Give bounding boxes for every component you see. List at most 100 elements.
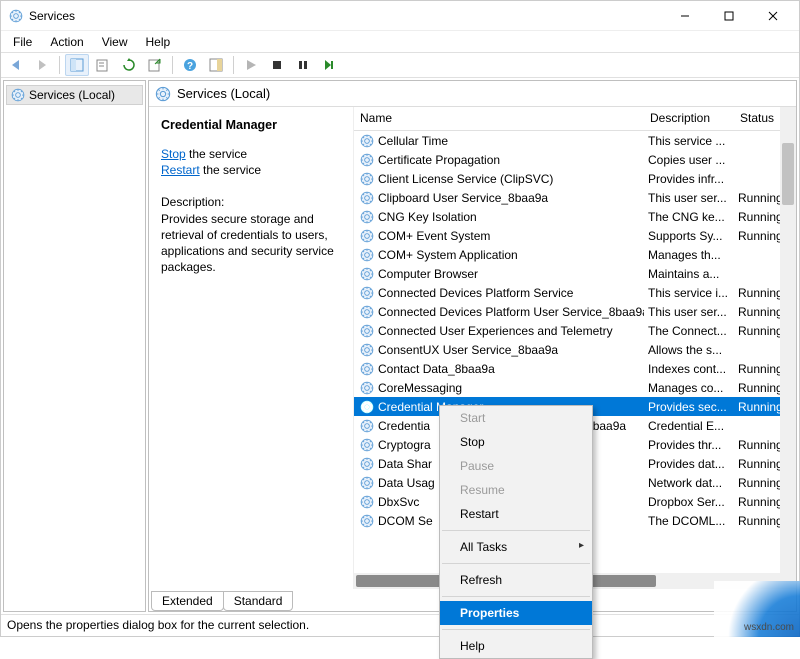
context-menu[interactable]: StartStopPauseResumeRestartAll TasksRefr… <box>439 405 593 659</box>
menu-action[interactable]: Action <box>42 33 91 51</box>
service-description: Manages th... <box>644 248 734 262</box>
navigation-tree[interactable]: Services (Local) <box>3 80 146 612</box>
table-row[interactable]: Contact Data_8baa9aIndexes cont...Runnin… <box>354 359 796 378</box>
forward-icon <box>35 58 49 72</box>
restart-icon <box>323 59 335 71</box>
tree-root-services[interactable]: Services (Local) <box>6 85 143 105</box>
service-description: The DCOML... <box>644 514 734 528</box>
gear-icon <box>360 134 374 148</box>
detail-pane: Credential Manager Stop the service Rest… <box>149 107 354 589</box>
table-row[interactable]: CNG Key IsolationThe CNG ke...Running <box>354 207 796 226</box>
table-row[interactable]: Cellular TimeThis service ... <box>354 131 796 150</box>
export-button[interactable] <box>143 54 167 76</box>
service-name: Cellular Time <box>378 134 448 148</box>
context-menu-item[interactable]: Properties <box>440 601 592 625</box>
maximize-button[interactable] <box>707 2 751 30</box>
context-menu-item[interactable]: Stop <box>440 430 592 454</box>
description-label: Description: <box>161 194 341 210</box>
stop-service-button[interactable] <box>265 54 289 76</box>
properties-button[interactable] <box>91 54 115 76</box>
service-description: Manages co... <box>644 381 734 395</box>
service-name: Connected User Experiences and Telemetry <box>378 324 613 338</box>
vertical-scrollbar[interactable] <box>780 107 796 589</box>
service-name: COM+ System Application <box>378 248 518 262</box>
context-menu-item[interactable]: All Tasks <box>440 535 592 559</box>
table-row[interactable]: Connected User Experiences and Telemetry… <box>354 321 796 340</box>
context-menu-item: Resume <box>440 478 592 502</box>
table-row[interactable]: Client License Service (ClipSVC)Provides… <box>354 169 796 188</box>
table-row[interactable]: Certificate Propagation Copies user ... <box>354 150 796 169</box>
tree-icon <box>70 58 84 72</box>
tab-extended[interactable]: Extended <box>151 591 224 611</box>
service-name: Certificate Propagation <box>378 153 500 167</box>
service-description: The CNG ke... <box>644 210 734 224</box>
service-description: This user ser... <box>644 191 734 205</box>
table-row[interactable]: CoreMessagingManages co...Running <box>354 378 796 397</box>
menu-help[interactable]: Help <box>138 33 179 51</box>
gear-icon <box>360 476 374 490</box>
start-service-button[interactable] <box>239 54 263 76</box>
service-description: Copies user ... <box>644 153 734 167</box>
col-description[interactable]: Description <box>644 107 734 130</box>
forward-button[interactable] <box>30 54 54 76</box>
service-description: Provides infr... <box>644 172 734 186</box>
export-icon <box>148 58 162 72</box>
gear-icon <box>360 153 374 167</box>
service-description: Maintains a... <box>644 267 734 281</box>
gear-icon <box>11 88 25 102</box>
stop-icon <box>271 59 283 71</box>
menu-bar: File Action View Help <box>1 31 799 52</box>
table-row[interactable]: Connected Devices Platform User Service_… <box>354 302 796 321</box>
service-description: Provides thr... <box>644 438 734 452</box>
back-button[interactable] <box>4 54 28 76</box>
service-description: Supports Sy... <box>644 229 734 243</box>
description-text: Provides secure storage and retrieval of… <box>161 211 341 276</box>
content-header: Services (Local) <box>149 81 796 107</box>
window-title: Services <box>29 9 75 23</box>
pause-icon <box>297 59 309 71</box>
service-name: COM+ Event System <box>378 229 490 243</box>
service-name: Contact Data_8baa9a <box>378 362 495 376</box>
help-button[interactable]: ? <box>178 54 202 76</box>
gear-icon <box>360 362 374 376</box>
refresh-button[interactable] <box>117 54 141 76</box>
service-name: Computer Browser <box>378 267 478 281</box>
table-row[interactable]: ConsentUX User Service_8baa9aAllows the … <box>354 340 796 359</box>
status-bar: Opens the properties dialog box for the … <box>1 614 799 636</box>
back-icon <box>9 58 23 72</box>
context-menu-item[interactable]: Help <box>440 634 592 658</box>
table-row[interactable]: Computer Browser Maintains a... <box>354 264 796 283</box>
tab-standard[interactable]: Standard <box>223 591 294 611</box>
minimize-button[interactable] <box>663 2 707 30</box>
context-menu-item[interactable]: Refresh <box>440 568 592 592</box>
table-row[interactable]: COM+ System Application Manages th... <box>354 245 796 264</box>
close-button[interactable] <box>751 2 795 30</box>
stop-service-link[interactable]: Stop <box>161 147 186 161</box>
scrollbar-thumb[interactable] <box>782 143 794 205</box>
show-hide-action-button[interactable] <box>204 54 228 76</box>
service-name: Connected Devices Platform Service <box>378 286 573 300</box>
service-description: Indexes cont... <box>644 362 734 376</box>
table-row[interactable]: Clipboard User Service_8baa9aThis user s… <box>354 188 796 207</box>
menu-view[interactable]: View <box>94 33 136 51</box>
show-hide-tree-button[interactable] <box>65 54 89 76</box>
menu-file[interactable]: File <box>5 33 40 51</box>
gear-icon <box>360 438 374 452</box>
context-menu-item: Pause <box>440 454 592 478</box>
service-description: Provides sec... <box>644 400 734 414</box>
gear-icon <box>360 172 374 186</box>
gear-icon <box>360 457 374 471</box>
gear-icon <box>360 419 374 433</box>
service-description: This user ser... <box>644 305 734 319</box>
service-name: Data Usag <box>378 476 435 490</box>
service-name: DCOM Se <box>378 514 433 528</box>
table-row[interactable]: Connected Devices Platform ServiceThis s… <box>354 283 796 302</box>
col-name[interactable]: Name <box>354 107 644 130</box>
restart-service-link[interactable]: Restart <box>161 163 200 177</box>
pause-service-button[interactable] <box>291 54 315 76</box>
context-menu-item[interactable]: Restart <box>440 502 592 526</box>
table-row[interactable]: COM+ Event SystemSupports Sy...Running <box>354 226 796 245</box>
restart-service-button[interactable] <box>317 54 341 76</box>
gear-icon <box>155 86 171 102</box>
gear-icon <box>360 514 374 528</box>
